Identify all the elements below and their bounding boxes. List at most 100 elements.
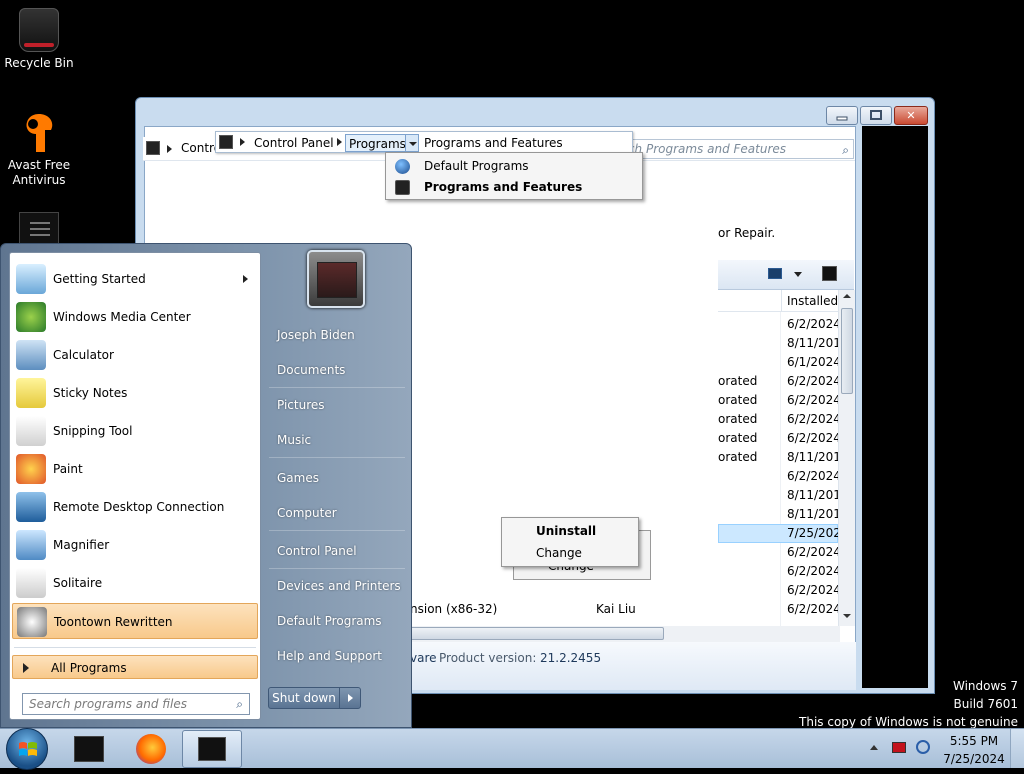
start-right-item[interactable]: Documents — [267, 355, 407, 385]
publisher-cell: orated — [718, 374, 758, 388]
control-panel-icon — [219, 135, 233, 149]
description-text: or Repair. — [718, 226, 776, 240]
program-publisher: Kai Liu — [596, 602, 636, 616]
scroll-down-icon[interactable] — [843, 614, 851, 618]
shutdown-options-icon[interactable] — [339, 687, 361, 709]
chevron-right-icon[interactable] — [240, 138, 245, 146]
start-program-item[interactable]: Getting Started — [12, 261, 258, 297]
start-right-item[interactable]: Games — [267, 463, 407, 493]
window-black-area — [862, 126, 928, 688]
horizontal-scrollbar[interactable] — [410, 626, 840, 642]
start-right-item[interactable]: Help and Support — [267, 641, 407, 671]
action-center-icon[interactable] — [892, 742, 906, 753]
menu-item-default-programs[interactable]: Default Programs — [386, 156, 642, 177]
start-menu[interactable]: Getting Started Windows Media Center Calcu… — [0, 243, 412, 728]
show-desktop-button[interactable] — [1010, 729, 1024, 768]
start-program-item[interactable]: Paint — [12, 451, 258, 487]
start-right-item[interactable]: Control Panel — [267, 536, 407, 566]
start-program-label: Paint — [53, 462, 83, 476]
start-right-item[interactable]: Pictures — [267, 390, 407, 420]
details-version-label: Product version: — [439, 651, 537, 665]
breadcrumb-programs[interactable]: Programs — [345, 134, 410, 152]
shutdown-button[interactable]: Shut down — [268, 687, 340, 709]
taskbar-firefox[interactable] — [121, 730, 181, 768]
program-name: nsion (x86-32) — [410, 602, 498, 616]
remote-desktop-icon — [16, 492, 46, 522]
start-button[interactable] — [4, 728, 48, 770]
paint-icon — [16, 454, 46, 484]
menu-item-uninstall[interactable]: Uninstall — [502, 520, 638, 542]
start-right-item[interactable]: Music — [267, 425, 407, 455]
show-hidden-icons-icon[interactable] — [870, 745, 878, 750]
breadcrumb-dropdown-icon[interactable] — [405, 134, 419, 152]
menu-item-programs-and-features[interactable]: Programs and Features — [386, 177, 642, 198]
user-picture[interactable] — [307, 250, 365, 308]
desktop-icon-recycle-bin[interactable]: Recycle Bin — [1, 8, 77, 71]
default-programs-icon — [395, 159, 410, 174]
taskbar-app-1[interactable] — [60, 730, 120, 768]
divider — [269, 457, 405, 458]
installed-on-cell: 6/2/2024 — [787, 469, 841, 483]
installed-on-cell: 6/2/2024 — [787, 583, 841, 597]
views-dropdown-icon[interactable] — [794, 272, 802, 277]
maximize-button[interactable] — [860, 106, 892, 125]
context-menu[interactable]: Uninstall Change — [501, 517, 639, 567]
desktop-icon-label: Recycle Bin — [4, 56, 74, 70]
vertical-scrollbar[interactable] — [838, 290, 855, 626]
scroll-up-icon[interactable] — [843, 294, 851, 298]
breadcrumb[interactable]: Control Panel Programs Programs and Feat… — [215, 131, 633, 153]
installed-on-cell: 6/1/2024 — [787, 355, 841, 369]
installed-on-cell: 6/2/2024 — [787, 317, 841, 331]
start-search-input[interactable]: Search programs and files ⌕ — [22, 693, 250, 715]
start-right-item[interactable]: Joseph Biden — [267, 320, 407, 350]
chevron-right-icon[interactable] — [337, 138, 342, 146]
publisher-cell: orated — [718, 412, 758, 426]
horizontal-scroll-thumb[interactable] — [410, 627, 664, 640]
start-program-label: Snipping Tool — [53, 424, 133, 438]
menu-item-label: Programs and Features — [424, 180, 583, 194]
network-icon[interactable] — [916, 740, 930, 754]
search-input[interactable]: rch Programs and Features ⌕ — [614, 139, 854, 159]
start-right-item[interactable]: Computer — [267, 498, 407, 528]
menu-item-label: Default Programs — [424, 159, 529, 173]
view-toolbar[interactable] — [718, 260, 854, 290]
desktop-icon-avast[interactable]: Avast Free Antivirus — [1, 110, 77, 188]
start-program-item[interactable]: Solitaire — [12, 565, 258, 601]
chevron-right-icon — [23, 663, 29, 673]
clock-date: 7/25/2024 — [943, 752, 1005, 766]
details-version-value: 21.2.2455 — [540, 651, 602, 665]
control-panel-icon — [146, 141, 160, 155]
minimize-button[interactable] — [826, 106, 858, 125]
start-program-item[interactable]: Snipping Tool — [12, 413, 258, 449]
breadcrumb-programs-and-features[interactable]: Programs and Features — [421, 134, 566, 152]
divider — [269, 387, 405, 388]
start-program-item[interactable]: Toontown Rewritten — [12, 603, 258, 639]
recycle-bin-icon — [19, 8, 59, 52]
start-program-item[interactable]: Magnifier — [12, 527, 258, 563]
media-center-icon — [16, 302, 46, 332]
start-right-item[interactable]: Devices and Printers — [267, 571, 407, 601]
vertical-scroll-thumb[interactable] — [841, 308, 853, 394]
menu-item-change[interactable]: Change — [502, 542, 638, 564]
start-program-item[interactable]: Calculator — [12, 337, 258, 373]
start-program-label: Sticky Notes — [53, 386, 128, 400]
close-button[interactable]: ✕ — [894, 106, 928, 125]
breadcrumb-control-panel[interactable]: Control Panel — [251, 134, 337, 152]
start-program-item[interactable]: Windows Media Center — [12, 299, 258, 335]
all-programs-button[interactable]: All Programs — [12, 655, 258, 679]
firefox-icon — [136, 734, 166, 764]
views-icon[interactable] — [768, 268, 782, 279]
installed-on-cell: 6/2/2024 — [787, 431, 841, 445]
taskbar-control-panel[interactable] — [182, 730, 242, 768]
avast-icon — [19, 110, 59, 154]
column-separator — [781, 290, 782, 311]
breadcrumb-dropdown-menu[interactable]: Default Programs Programs and Features — [385, 152, 643, 200]
clock[interactable]: 5:55 PM 7/25/2024 — [942, 732, 1006, 768]
start-right-item[interactable]: Default Programs — [267, 606, 407, 636]
start-program-item[interactable]: Sticky Notes — [12, 375, 258, 411]
start-program-item[interactable]: Remote Desktop Connection — [12, 489, 258, 525]
preview-pane-icon[interactable] — [822, 266, 837, 281]
start-program-label: Windows Media Center — [53, 310, 191, 324]
calculator-icon — [16, 340, 46, 370]
installed-on-cell: 6/2/2024 — [787, 393, 841, 407]
